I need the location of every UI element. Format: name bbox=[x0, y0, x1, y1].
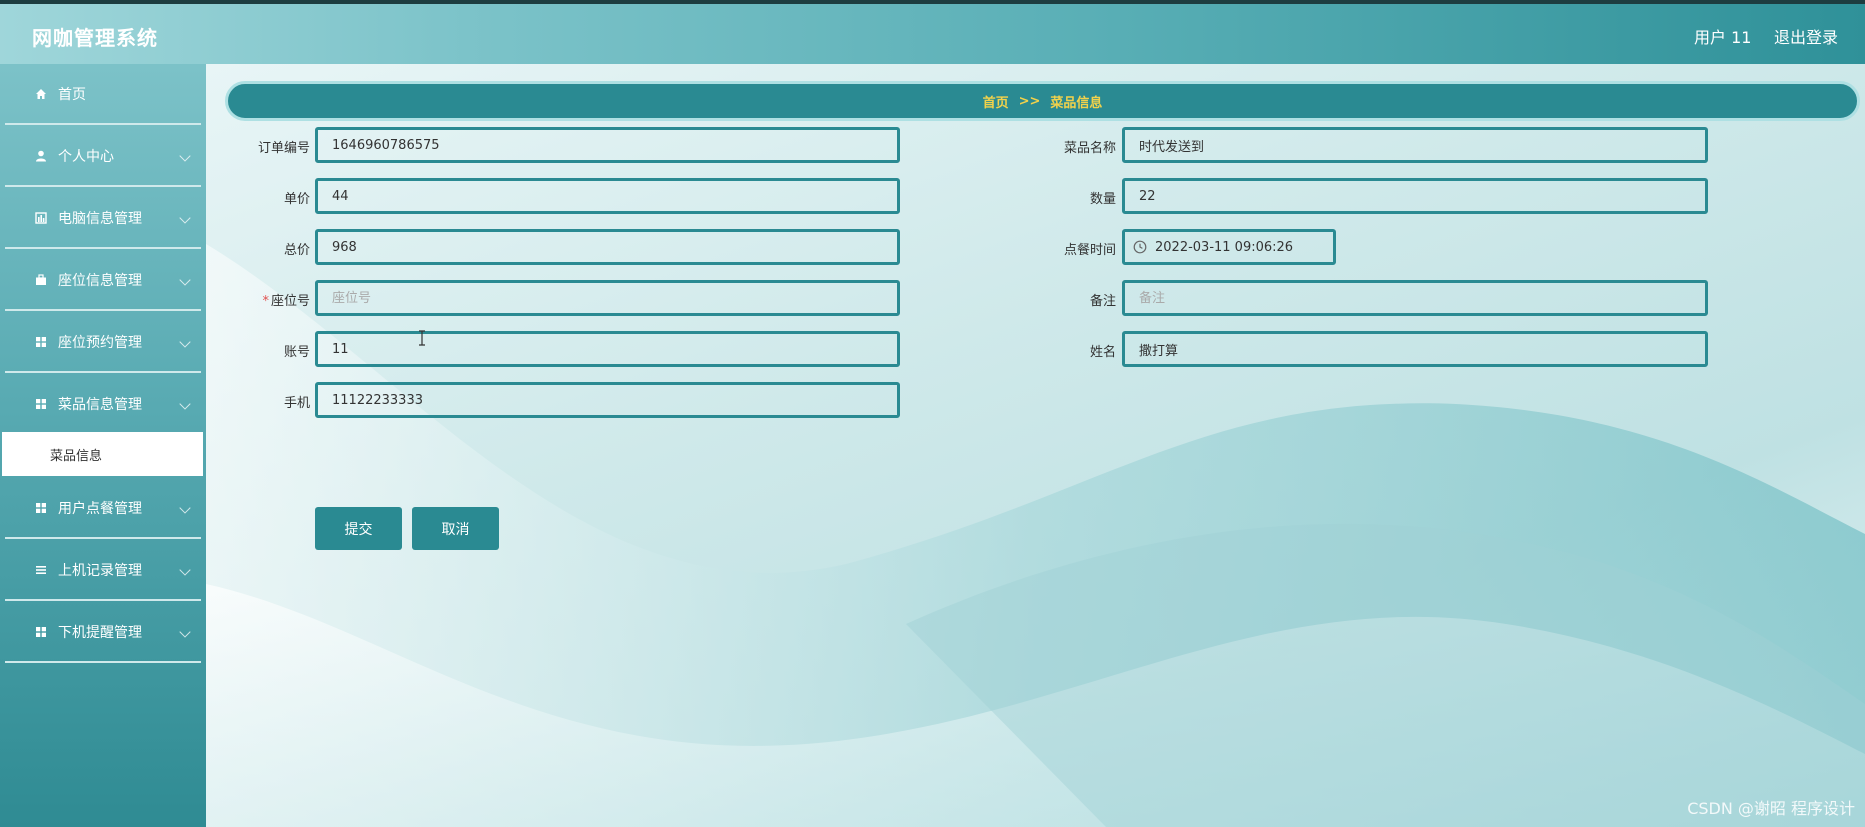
app-title: 网咖管理系统 bbox=[32, 26, 158, 50]
sidebar-item-home[interactable]: 首页 bbox=[5, 64, 201, 125]
breadcrumb: 首页 >> 菜品信息 bbox=[225, 81, 1860, 121]
chevron-down-icon bbox=[179, 212, 191, 224]
chevron-down-icon bbox=[179, 626, 191, 638]
grid-icon bbox=[30, 398, 52, 410]
sidebar-item-label: 上机记录管理 bbox=[58, 562, 142, 579]
sidebar-item-label: 首页 bbox=[58, 86, 86, 103]
sidebar-item-seat-reservation[interactable]: 座位预约管理 bbox=[5, 312, 201, 373]
dish-name-label: 菜品名称 bbox=[1063, 141, 1116, 156]
cancel-button[interactable]: 取消 bbox=[412, 507, 499, 550]
name-label: 姓名 bbox=[1089, 345, 1116, 360]
main-content: 首页 >> 菜品信息 订单编号 菜品名称 单价 数量 总价 点餐时间 2022-… bbox=[206, 64, 1865, 827]
grid-icon bbox=[30, 626, 52, 638]
account-label: 账号 bbox=[283, 345, 310, 360]
unit-price-label: 单价 bbox=[283, 192, 310, 207]
total-price-label: 总价 bbox=[283, 243, 310, 258]
phone-field[interactable] bbox=[315, 382, 900, 418]
order-time-value: 2022-03-11 09:06:26 bbox=[1155, 239, 1294, 255]
text-cursor-icon bbox=[419, 330, 425, 346]
grid-icon bbox=[30, 336, 52, 348]
sidebar-item-label: 座位预约管理 bbox=[58, 334, 142, 351]
sidebar-item-label: 座位信息管理 bbox=[58, 272, 142, 289]
chevron-down-icon bbox=[179, 398, 191, 410]
sidebar-item-label: 用户点餐管理 bbox=[58, 500, 142, 517]
name-field[interactable] bbox=[1122, 331, 1708, 367]
seat-no-field[interactable] bbox=[315, 280, 900, 316]
sidebar-item-label: 菜品信息管理 bbox=[58, 396, 142, 413]
quantity-label: 数量 bbox=[1089, 192, 1116, 207]
required-mark: * bbox=[262, 294, 269, 309]
top-bar: 网咖管理系统 用户 11 退出登录 bbox=[0, 0, 1865, 64]
sidebar-item-seat-management[interactable]: 座位信息管理 bbox=[5, 250, 201, 311]
chevron-down-icon bbox=[179, 564, 191, 576]
sidebar-item-label: 电脑信息管理 bbox=[58, 210, 142, 227]
seat-no-label: * 座位号 bbox=[262, 294, 310, 309]
dish-name-field[interactable] bbox=[1122, 127, 1708, 163]
chevron-down-icon bbox=[179, 502, 191, 514]
order-no-label: 订单编号 bbox=[257, 141, 310, 156]
quantity-field[interactable] bbox=[1122, 178, 1708, 214]
breadcrumb-separator: >> bbox=[1018, 93, 1041, 109]
grid-icon bbox=[30, 502, 52, 514]
user-label: 用户 11 bbox=[1694, 28, 1752, 47]
unit-price-field[interactable] bbox=[315, 178, 900, 214]
chart-icon bbox=[30, 211, 52, 224]
order-time-picker[interactable]: 2022-03-11 09:06:26 bbox=[1122, 229, 1336, 265]
sidebar-item-personal-center[interactable]: 个人中心 bbox=[5, 126, 201, 187]
order-time-label: 点餐时间 bbox=[1063, 243, 1116, 258]
sidebar-item-logoff-reminders[interactable]: 下机提醒管理 bbox=[5, 602, 201, 663]
order-no-field[interactable] bbox=[315, 127, 900, 163]
chevron-down-icon bbox=[179, 274, 191, 286]
breadcrumb-current: 菜品信息 bbox=[1050, 95, 1103, 111]
breadcrumb-home[interactable]: 首页 bbox=[983, 92, 1009, 111]
logout-link[interactable]: 退出登录 bbox=[1774, 24, 1838, 48]
watermark: CSDN @谢昭 程序设计 bbox=[1687, 799, 1855, 818]
sidebar-item-computer-management[interactable]: 电脑信息管理 bbox=[5, 188, 201, 249]
chevron-down-icon bbox=[179, 150, 191, 162]
sidebar-item-dish-management[interactable]: 菜品信息管理 bbox=[5, 374, 201, 435]
clock-icon bbox=[1133, 240, 1147, 254]
phone-label: 手机 bbox=[283, 396, 310, 411]
chevron-down-icon bbox=[179, 336, 191, 348]
home-icon bbox=[30, 88, 52, 100]
remark-label: 备注 bbox=[1089, 294, 1116, 309]
list-icon bbox=[30, 564, 52, 576]
user-icon bbox=[30, 150, 52, 162]
sidebar-subitem-dish-info[interactable]: 菜品信息 bbox=[2, 432, 203, 476]
sidebar-item-label: 个人中心 bbox=[58, 148, 114, 165]
submit-button[interactable]: 提交 bbox=[315, 507, 402, 550]
sidebar-item-label: 下机提醒管理 bbox=[58, 624, 142, 641]
sidebar-item-login-records[interactable]: 上机记录管理 bbox=[5, 540, 201, 601]
sidebar: 首页 个人中心 电脑信息管理 座位信息管理 座位预约管理 菜品信息管理 菜品信息… bbox=[0, 64, 206, 827]
briefcase-icon bbox=[30, 273, 52, 286]
remark-field[interactable] bbox=[1122, 280, 1708, 316]
total-price-field[interactable] bbox=[315, 229, 900, 265]
account-field[interactable] bbox=[315, 331, 900, 367]
sidebar-item-user-ordering[interactable]: 用户点餐管理 bbox=[5, 478, 201, 539]
